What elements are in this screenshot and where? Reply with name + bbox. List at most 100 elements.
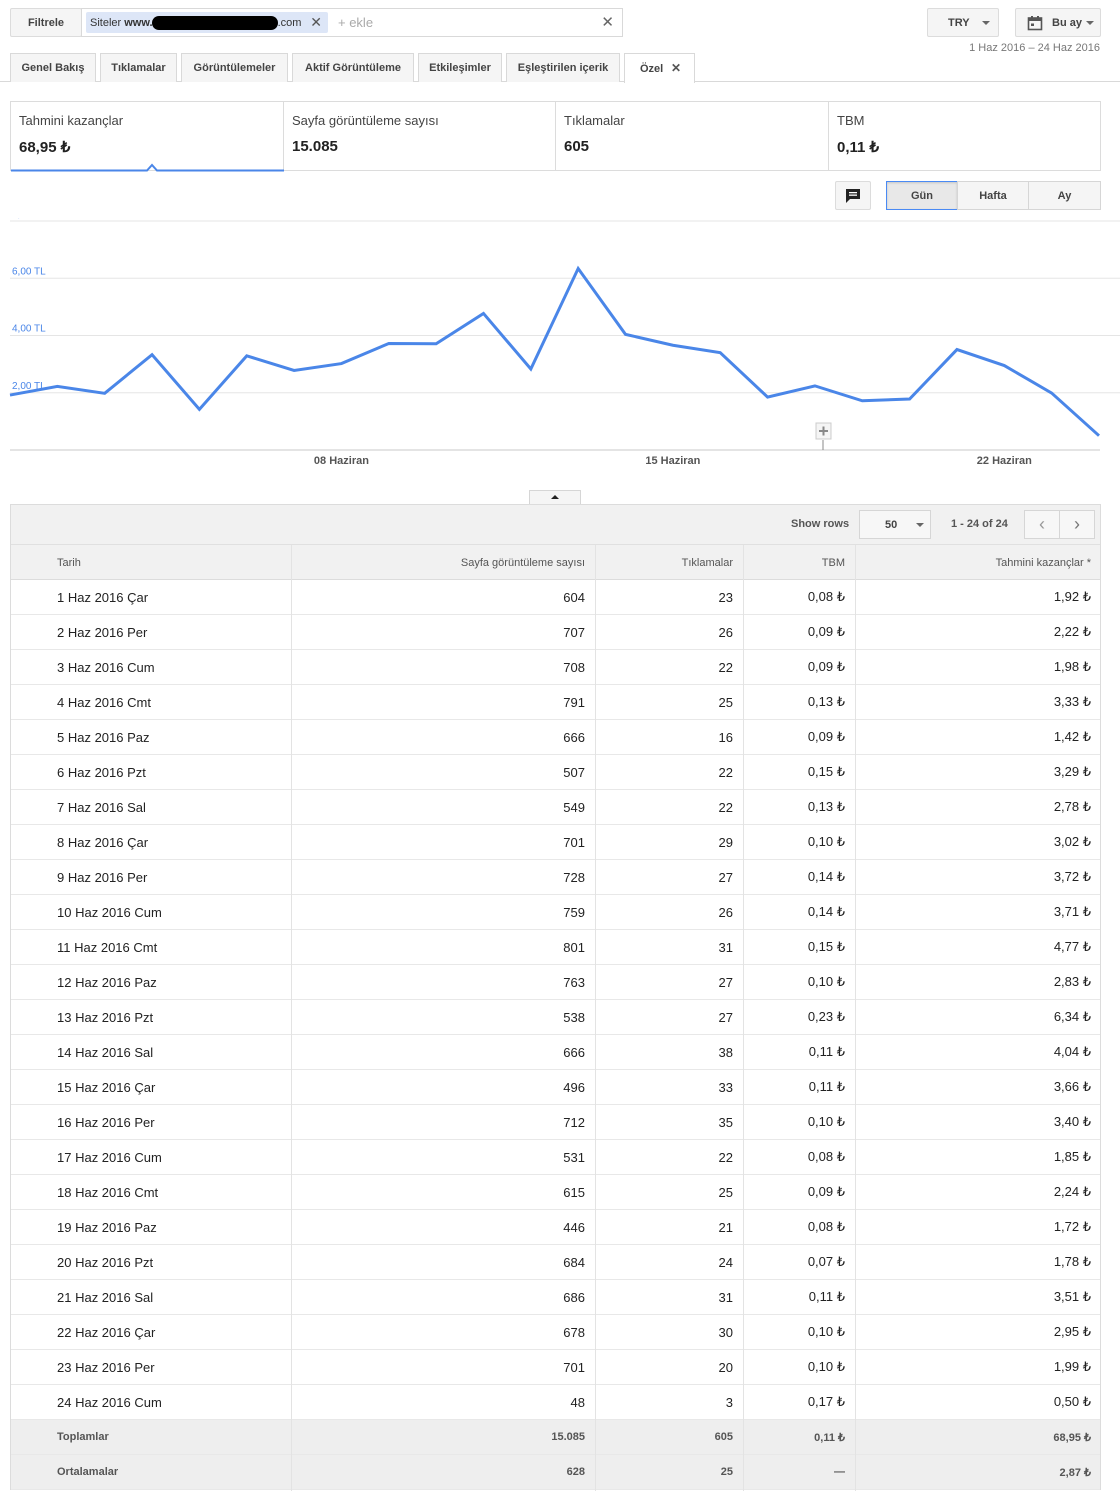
column-header-date[interactable]: Tarih [57, 545, 81, 580]
tab-custom[interactable]: Özel ✕ [624, 53, 695, 83]
annotation-button[interactable] [835, 181, 871, 210]
table-row: 23 Haz 2016 Per 701 20 0,10 ₺ 1,99 ₺ [11, 1350, 1100, 1385]
close-tab-icon[interactable]: ✕ [671, 61, 681, 75]
cell-earnings: 3,40 ₺ [1053, 1114, 1091, 1129]
collapse-chart-button[interactable] [529, 490, 581, 505]
table-row: 14 Haz 2016 Sal 666 38 0,11 ₺ 4,04 ₺ [11, 1035, 1100, 1070]
tab-interactions[interactable]: Etkileşimler [418, 53, 502, 82]
caret-up-icon [551, 495, 559, 499]
cell-date: 16 Haz 2016 Per [57, 1114, 155, 1130]
cell-clicks: 31 [718, 939, 733, 955]
selected-indicator [11, 163, 284, 172]
period-day-button[interactable]: Gün [886, 181, 958, 210]
earnings-line-chart: 2,00 TL4,00 TL6,00 TL8,00 TL08 Haziran15… [9, 218, 1120, 467]
cell-pageviews: 604 [563, 589, 585, 605]
tab-views[interactable]: Görüntülemeler [181, 53, 288, 82]
cell-date: 1 Haz 2016 Çar [57, 589, 149, 605]
cell-cpc: 0,08 ₺ [807, 589, 845, 604]
tab-overview[interactable]: Genel Bakış [10, 53, 96, 82]
redacted-domain [151, 15, 278, 30]
column-header-clicks[interactable]: Tıklamalar [595, 545, 733, 580]
cell-date: 4 Haz 2016 Cmt [57, 694, 151, 710]
site-filter-chip[interactable]: Siteler www. .com ✕ [86, 12, 328, 33]
cell-clicks: 25 [718, 1184, 733, 1200]
cell-cpc: 0,08 ₺ [807, 1219, 845, 1234]
cell-pageviews: 496 [563, 1079, 585, 1095]
cell-pageviews: 507 [563, 764, 585, 780]
cell-earnings: 1,92 ₺ [1053, 589, 1091, 604]
column-header-pageviews[interactable]: Sayfa görüntüleme sayısı [291, 545, 585, 580]
period-label: Gün [911, 189, 933, 202]
column-header-earnings[interactable]: Tahmini kazançlar * [855, 545, 1091, 580]
tab-clicks[interactable]: Tıklamalar [100, 53, 177, 82]
cell-clicks: 23 [718, 589, 733, 605]
cell-clicks: 29 [718, 834, 733, 850]
series-line [9, 265, 1101, 437]
cell-cpc: 0,11 ₺ [808, 1079, 845, 1094]
cell-cpc: 0,10 ₺ [807, 834, 845, 849]
cell-cpc: 0,13 ₺ [807, 694, 845, 709]
tab-active-view[interactable]: Aktif Görüntüleme [292, 53, 414, 82]
scorecard-earnings[interactable]: Tahmini kazançlar 68,95 ₺ [11, 102, 284, 172]
date-preset-label: Bu ay [1052, 16, 1082, 29]
cell-pageviews: 763 [563, 974, 585, 990]
cell-earnings: 4,04 ₺ [1053, 1044, 1091, 1059]
column-header-cpc[interactable]: TBM [743, 545, 845, 580]
clear-filter-icon[interactable]: ✕ [601, 13, 614, 31]
scorecards: Tahmini kazançlar 68,95 ₺ Sayfa görüntül… [10, 101, 1101, 172]
cell-pageviews: 712 [563, 1114, 585, 1130]
cell-cpc: 0,13 ₺ [807, 799, 845, 814]
cell-date: 21 Haz 2016 Sal [57, 1289, 154, 1305]
prev-page-button[interactable]: ‹ [1024, 510, 1060, 539]
next-page-button[interactable]: › [1059, 510, 1095, 539]
cell-cpc: — [834, 1466, 845, 1478]
rows-per-page-select[interactable]: 50 [859, 510, 931, 539]
cell-cpc: 0,10 ₺ [807, 1114, 845, 1129]
table-row: 16 Haz 2016 Per 712 35 0,10 ₺ 3,40 ₺ [11, 1105, 1100, 1140]
cell-date: 10 Haz 2016 Cum [57, 904, 162, 920]
cell-cpc: 0,09 ₺ [807, 1184, 845, 1199]
period-month-button[interactable]: Ay [1028, 181, 1101, 210]
scorecard-cpc[interactable]: TBM 0,11 ₺ [829, 102, 1100, 170]
cell-date: 11 Haz 2016 Cmt [57, 939, 158, 955]
table-row: 1 Haz 2016 Çar 604 23 0,08 ₺ 1,92 ₺ [11, 580, 1100, 615]
cell-cpc: 0,11 ₺ [808, 1044, 845, 1059]
cell-pageviews: 701 [563, 1359, 585, 1375]
cell-earnings: 4,77 ₺ [1053, 939, 1091, 954]
table-row: 10 Haz 2016 Cum 759 26 0,14 ₺ 3,71 ₺ [11, 895, 1100, 930]
cell-pageviews: 701 [563, 834, 585, 850]
add-annotation-icon[interactable] [815, 422, 832, 440]
tab-label: Görüntülemeler [193, 62, 276, 74]
date-range-dropdown[interactable]: Bu ay [1015, 8, 1101, 37]
currency-dropdown[interactable]: TRY [927, 8, 999, 37]
y-tick-label: 4,00 TL [12, 324, 46, 335]
cell-clicks: 31 [718, 1289, 733, 1305]
table-row: 3 Haz 2016 Cum 708 22 0,09 ₺ 1,98 ₺ [11, 650, 1100, 685]
period-week-button[interactable]: Hafta [957, 181, 1029, 210]
cell-earnings: 2,22 ₺ [1053, 624, 1091, 639]
tab-matched-content[interactable]: Eşleştirilen içerik [506, 53, 620, 82]
remove-chip-icon[interactable]: ✕ [310, 14, 322, 31]
cell-earnings: 3,66 ₺ [1053, 1079, 1091, 1094]
filter-button[interactable]: Filtrele [10, 8, 82, 37]
scorecard-pageviews[interactable]: Sayfa görüntüleme sayısı 15.085 [284, 102, 556, 170]
table-row: 21 Haz 2016 Sal 686 31 0,11 ₺ 3,51 ₺ [11, 1280, 1100, 1315]
cell-clicks: 30 [718, 1324, 733, 1340]
cell-cpc: 0,14 ₺ [807, 869, 845, 884]
cell-date: 19 Haz 2016 Paz [57, 1219, 157, 1235]
cell-date: 7 Haz 2016 Sal [57, 799, 146, 815]
averages-row: Ortalamalar 628 25 — 2,87 ₺ [11, 1455, 1100, 1490]
cell-date: 5 Haz 2016 Paz [57, 729, 150, 745]
column-divider [291, 545, 292, 1491]
filter-input-box[interactable]: Siteler www. .com ✕ + ekle ✕ [81, 8, 623, 37]
cell-cpc: 0,11 ₺ [814, 1431, 845, 1444]
table-row: 24 Haz 2016 Cum 48 3 0,17 ₺ 0,50 ₺ [11, 1385, 1100, 1420]
report-table: Show rows 50 1 - 24 of 24 ‹ › Tarih Sayf… [10, 504, 1101, 1491]
cell-cpc: 0,09 ₺ [807, 729, 845, 744]
add-filter-input[interactable]: + ekle [338, 15, 373, 30]
chip-domain-start: www. [124, 16, 153, 29]
chip-prefix: Siteler [90, 16, 122, 29]
scorecard-clicks[interactable]: Tıklamalar 605 [556, 102, 829, 170]
cell-cpc: 0,15 ₺ [807, 939, 845, 954]
cell-earnings: 1,42 ₺ [1053, 729, 1091, 744]
